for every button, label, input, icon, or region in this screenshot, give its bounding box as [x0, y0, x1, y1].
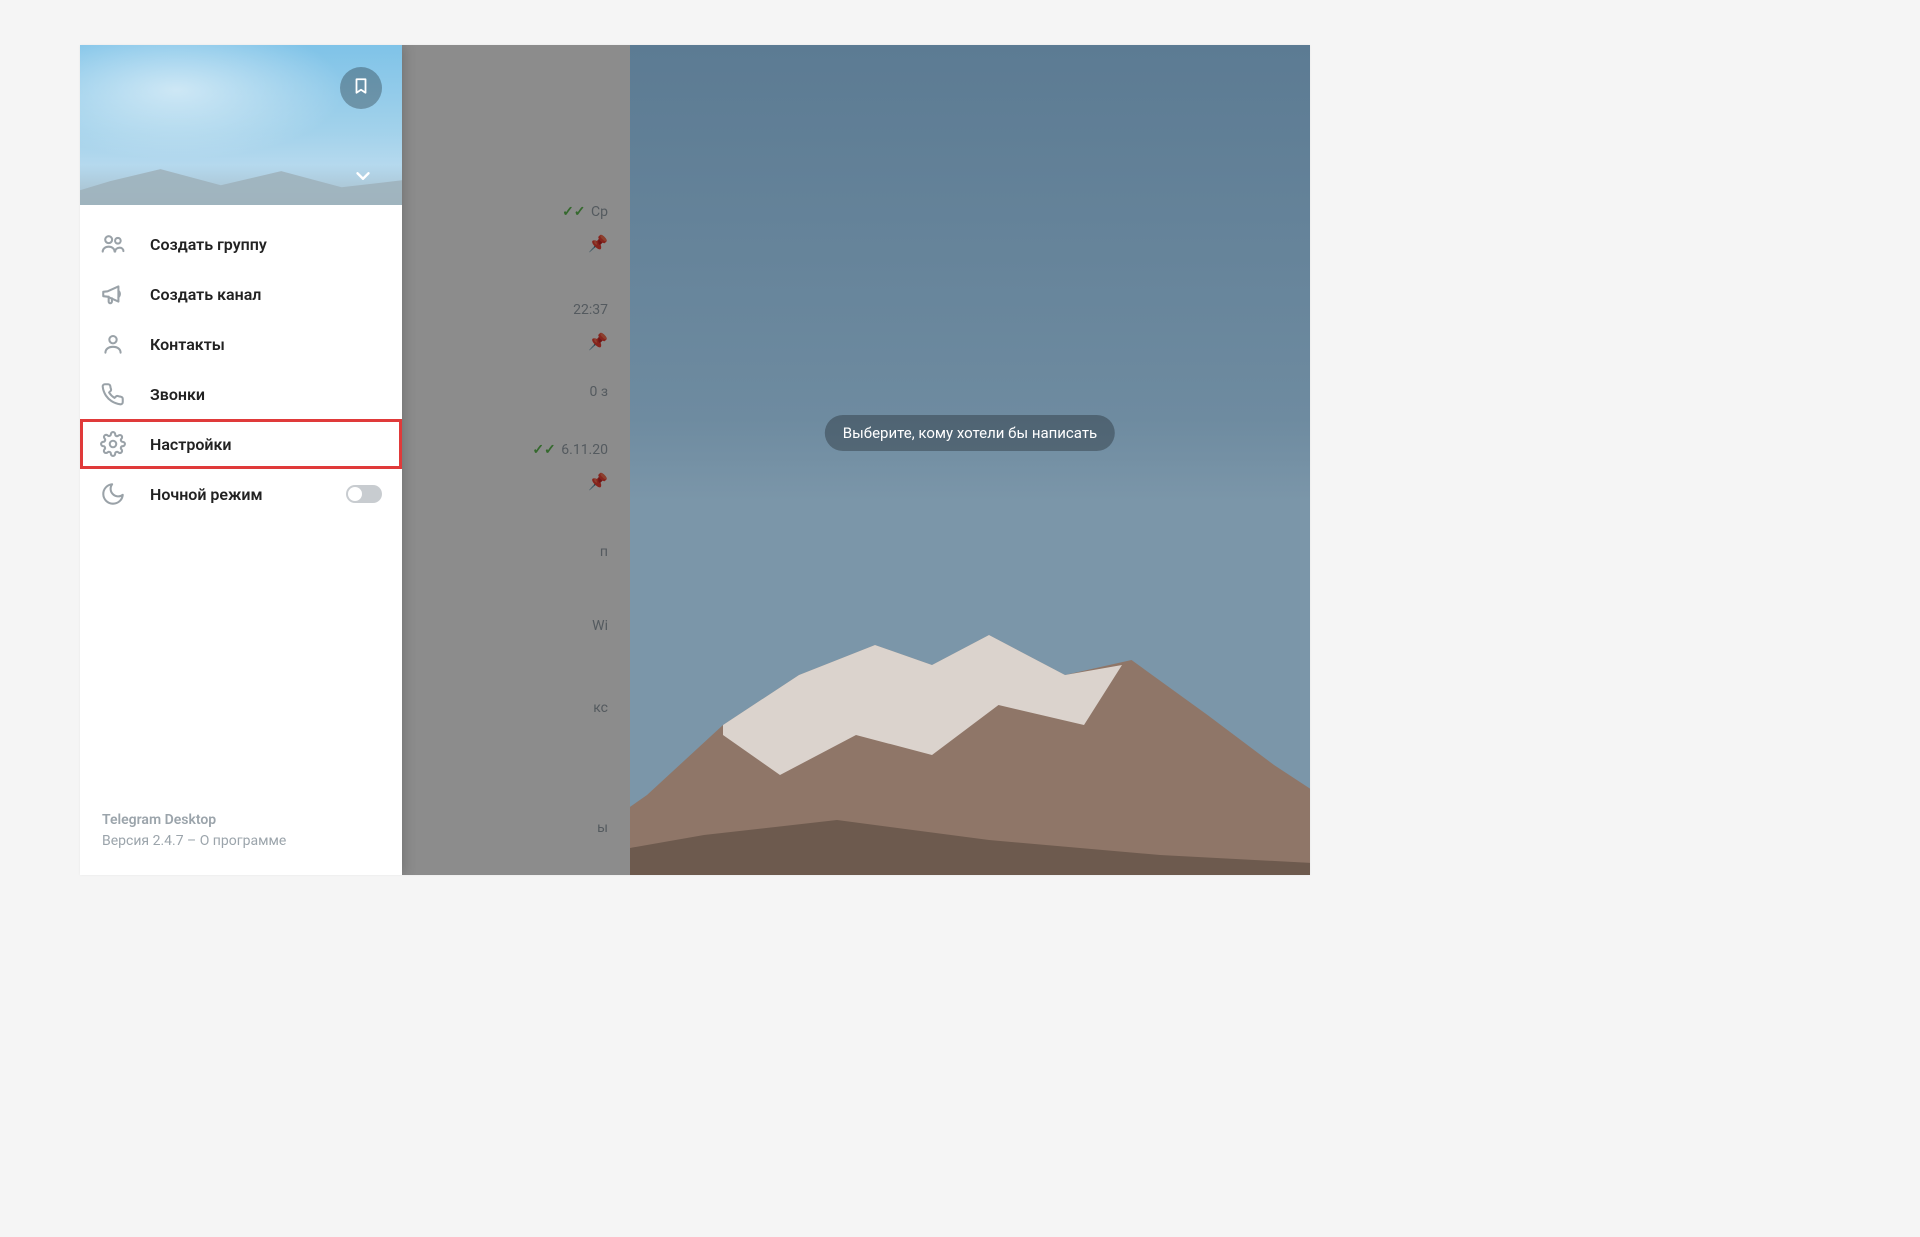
- menu-item-label: Контакты: [150, 335, 225, 354]
- chat-background-mountain: [630, 605, 1310, 875]
- gear-icon: [100, 431, 126, 457]
- menu-item-label: Создать канал: [150, 285, 261, 304]
- person-icon: [100, 331, 126, 357]
- menu-item-moon[interactable]: Ночной режим: [80, 469, 402, 519]
- app-version-label[interactable]: Версия 2.4.7 – О программе: [102, 831, 380, 853]
- account-switcher-toggle[interactable]: [350, 165, 376, 191]
- app-window: Выберите, кому хотели бы написать ✓✓ Ср📌…: [80, 45, 1310, 875]
- menu-list: Создать группу Создать канал Контакты Звонк…: [80, 205, 402, 810]
- phone-icon: [100, 381, 126, 407]
- moon-icon: [100, 481, 126, 507]
- drawer-footer: Telegram Desktop Версия 2.4.7 – О програ…: [80, 810, 402, 875]
- menu-item-label: Настройки: [150, 435, 232, 454]
- main-menu-drawer: Создать группу Создать канал Контакты Звонк…: [80, 45, 402, 875]
- drawer-header: [80, 45, 402, 205]
- conversation-pane: Выберите, кому хотели бы написать: [630, 45, 1310, 875]
- menu-item-person[interactable]: Контакты: [80, 319, 402, 369]
- menu-item-phone[interactable]: Звонки: [80, 369, 402, 419]
- menu-item-label: Ночной режим: [150, 485, 263, 504]
- chevron-down-icon: [352, 165, 374, 191]
- night-mode-toggle[interactable]: [346, 485, 382, 503]
- menu-item-label: Создать группу: [150, 235, 267, 254]
- bookmark-icon: [352, 77, 370, 99]
- app-name-label: Telegram Desktop: [102, 810, 380, 832]
- menu-item-gear[interactable]: Настройки: [80, 419, 402, 469]
- menu-item-group[interactable]: Создать группу: [80, 219, 402, 269]
- group-icon: [100, 231, 126, 257]
- menu-item-label: Звонки: [150, 385, 205, 404]
- empty-conversation-hint: Выберите, кому хотели бы написать: [825, 415, 1115, 451]
- menu-item-megaphone[interactable]: Создать канал: [80, 269, 402, 319]
- saved-messages-button[interactable]: [340, 67, 382, 109]
- megaphone-icon: [100, 281, 126, 307]
